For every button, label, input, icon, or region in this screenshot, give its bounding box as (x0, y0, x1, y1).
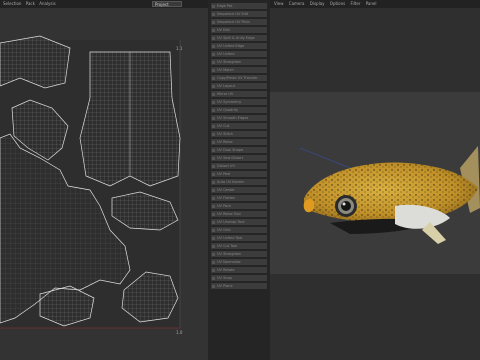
checkbox-icon[interactable] (212, 276, 215, 280)
checkbox-icon[interactable] (212, 68, 215, 72)
uv-menu-selection[interactable]: Selection (3, 1, 21, 6)
tool-item[interactable]: UV Quadrify (211, 107, 267, 113)
tool-item[interactable]: UV Grid (211, 227, 267, 233)
tool-item[interactable]: UV Center (211, 187, 267, 193)
checkbox-icon[interactable] (212, 156, 215, 160)
tool-item[interactable]: UV Unfold Tool (211, 235, 267, 241)
tool-item[interactable]: Edge Pat (211, 3, 267, 9)
checkbox-icon[interactable] (212, 44, 215, 48)
tool-item[interactable]: UV Cut (211, 123, 267, 129)
checkbox-icon[interactable] (212, 28, 215, 32)
tool-item[interactable]: UV Cut Tool (211, 243, 267, 249)
uv-editor-panel: Selection Pack Analysis Project 1.1 1.0 (0, 0, 208, 360)
viewport-canvas[interactable] (270, 8, 480, 360)
checkbox-icon[interactable] (212, 76, 215, 80)
tool-item[interactable]: UV Straighten (211, 59, 267, 65)
checkbox-icon[interactable] (212, 132, 215, 136)
uv-shell-body-tall[interactable] (79, 51, 181, 187)
viewport-menubar: View Camera Display Options Filter Panel (270, 0, 480, 8)
tool-item[interactable]: UV Layout (211, 83, 267, 89)
checkbox-icon[interactable] (212, 244, 215, 248)
tool-item[interactable]: Sequence UV Edit (211, 11, 267, 17)
tool-item[interactable]: Mirror UV (211, 91, 267, 97)
vp-menu-filter[interactable]: Filter (351, 1, 361, 6)
tool-item[interactable]: UV Snap (211, 275, 267, 281)
tool-item[interactable]: UV Relax Tool (211, 211, 267, 217)
uv-label-top-right: 1.1 (176, 46, 183, 51)
tool-item[interactable]: UV Rotate (211, 267, 267, 273)
checkbox-icon[interactable] (212, 84, 215, 88)
checkbox-icon[interactable] (212, 60, 215, 64)
vp-menu-display[interactable]: Display (310, 1, 325, 6)
project-select[interactable]: Project (152, 1, 182, 7)
tool-item[interactable]: Copy/Paste UV Transfer (211, 75, 267, 81)
checkbox-icon[interactable] (212, 196, 215, 200)
uv-shell-top-left[interactable] (0, 35, 71, 89)
checkbox-icon[interactable] (212, 212, 215, 216)
checkbox-icon[interactable] (212, 52, 215, 56)
checkbox-icon[interactable] (212, 124, 215, 128)
checkbox-icon[interactable] (212, 148, 215, 152)
tool-item[interactable]: UV Symmetry (211, 99, 267, 105)
uv-label-bottom-right: 1.0 (176, 330, 183, 335)
checkbox-icon[interactable] (212, 20, 215, 24)
checkbox-icon[interactable] (212, 180, 215, 184)
tool-item[interactable]: UV Smooth Edges (211, 115, 267, 121)
tool-item[interactable]: UV Match (211, 67, 267, 73)
checkbox-icon[interactable] (212, 236, 215, 240)
checkbox-icon[interactable] (212, 140, 215, 144)
uv-menu-pack[interactable]: Pack (26, 1, 35, 6)
checkbox-icon[interactable] (212, 116, 215, 120)
checkbox-icon[interactable] (212, 12, 215, 16)
checkbox-icon[interactable] (212, 108, 215, 112)
viewport-panel: View Camera Display Options Filter Panel (270, 0, 480, 360)
tool-item[interactable]: UV Normalize (211, 259, 267, 265)
tool-item[interactable]: Sequence UV Plain (211, 19, 267, 25)
vp-menu-options[interactable]: Options (330, 1, 345, 6)
tool-item[interactable]: UV Sew Distort (211, 155, 267, 161)
checkbox-icon[interactable] (212, 220, 215, 224)
vp-menu-view[interactable]: View (274, 1, 284, 6)
checkbox-icon[interactable] (212, 228, 215, 232)
tool-item[interactable]: UV Stitch (211, 131, 267, 137)
tool-item[interactable]: UV Peel (211, 171, 267, 177)
checkbox-icon[interactable] (212, 204, 215, 208)
checkbox-icon[interactable] (212, 260, 215, 264)
tool-item[interactable]: UV Unwrap Tool (211, 219, 267, 225)
uv-tool-list: Edge Pat Sequence UV Edit Sequence UV Pl… (208, 0, 270, 360)
checkbox-icon[interactable] (212, 268, 215, 272)
tool-item[interactable]: UV Relax (211, 139, 267, 145)
tool-item[interactable]: Distort UV (211, 163, 267, 169)
checkbox-icon[interactable] (212, 4, 215, 8)
checkbox-icon[interactable] (212, 252, 215, 256)
tool-item[interactable]: Auto UV Border (211, 179, 267, 185)
tool-item[interactable]: UV Split & Unify Edge (211, 35, 267, 41)
tool-item[interactable]: UV Flatten (211, 195, 267, 201)
tool-item[interactable]: UV Edit (211, 27, 267, 33)
checkbox-icon[interactable] (212, 284, 215, 288)
tool-item[interactable]: UV Plane (211, 283, 267, 289)
checkbox-icon[interactable] (212, 164, 215, 168)
tool-item[interactable]: UV Dual Shape (211, 147, 267, 153)
checkbox-icon[interactable] (212, 92, 215, 96)
uv-canvas[interactable]: 1.1 1.0 (0, 8, 208, 360)
checkbox-icon[interactable] (212, 188, 215, 192)
vp-menu-camera[interactable]: Camera (289, 1, 305, 6)
tool-item[interactable]: UV Straighten (211, 251, 267, 257)
tool-item[interactable]: UV Unfold (211, 51, 267, 57)
vp-menu-panel[interactable]: Panel (366, 1, 377, 6)
checkbox-icon[interactable] (212, 172, 215, 176)
uv-menu-analysis[interactable]: Analysis (39, 1, 55, 6)
checkbox-icon[interactable] (212, 36, 215, 40)
tool-item[interactable]: UV Pack (211, 203, 267, 209)
checkbox-icon[interactable] (212, 100, 215, 104)
tool-item[interactable]: UV Unfold Edge (211, 43, 267, 49)
